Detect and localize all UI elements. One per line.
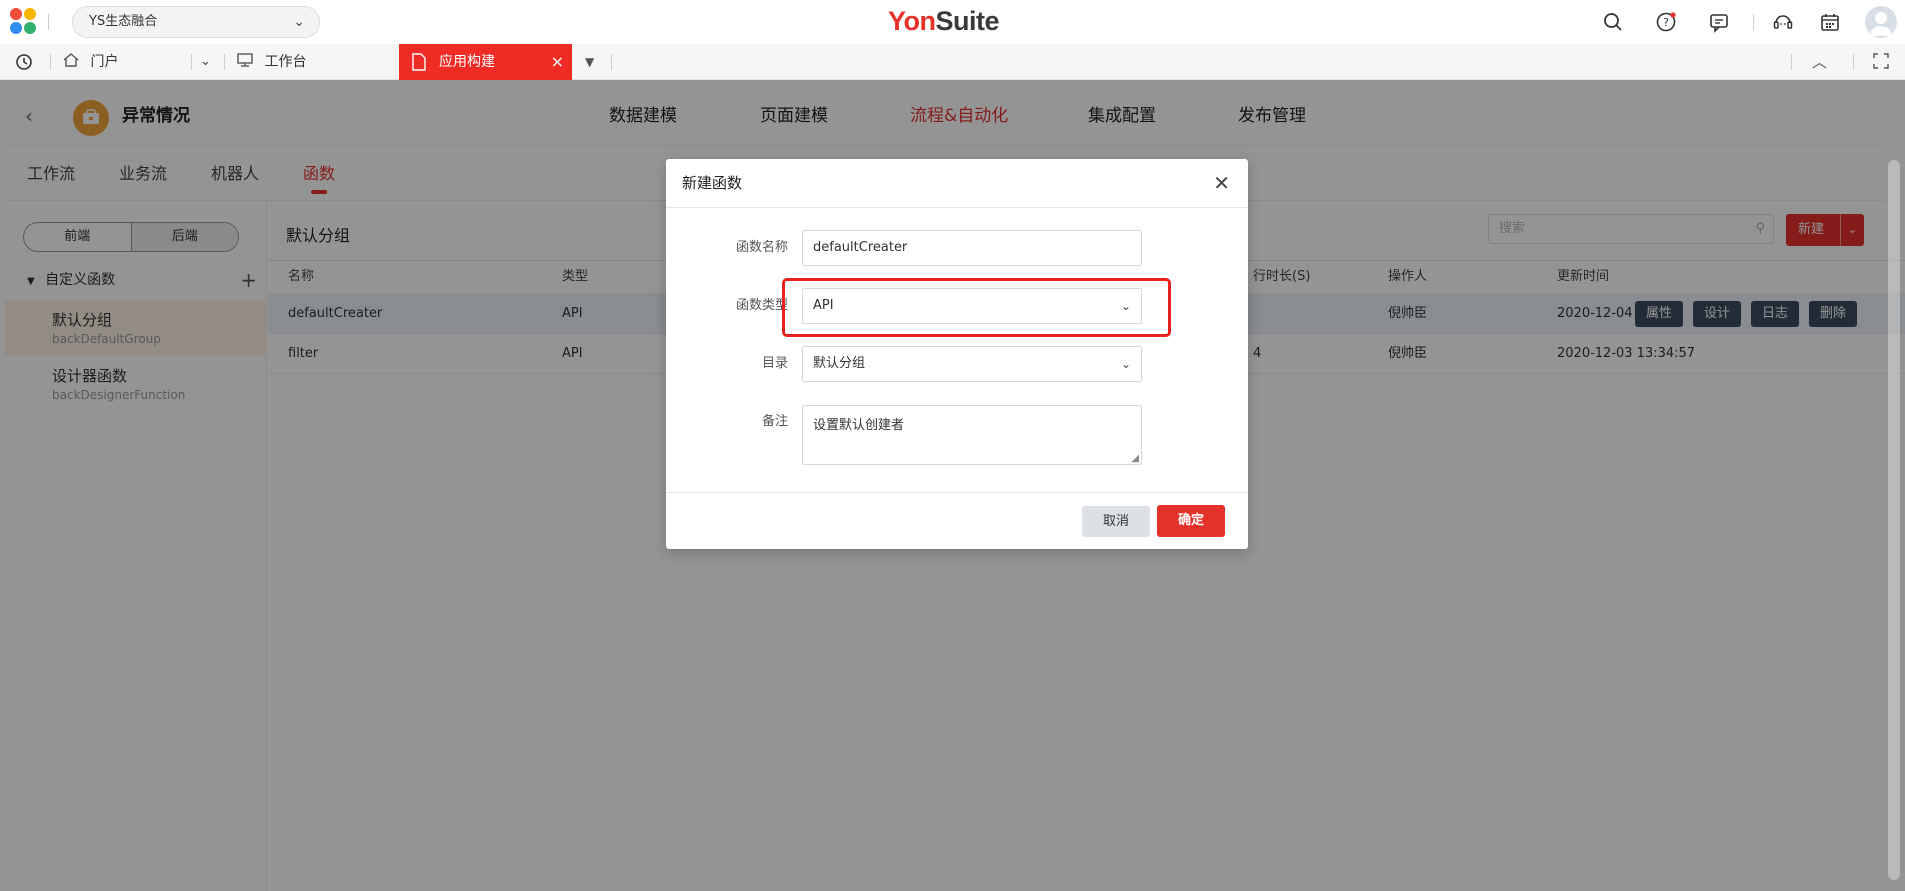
chevron-up-icon[interactable]: ︿: [1812, 44, 1827, 80]
divider: [224, 54, 225, 70]
document-icon: [412, 53, 426, 71]
calendar-icon[interactable]: [1818, 10, 1842, 34]
chevron-down-icon[interactable]: ⌄: [200, 44, 211, 80]
fullscreen-icon[interactable]: [1872, 44, 1890, 80]
monitor-icon: [237, 53, 253, 67]
close-icon[interactable]: ×: [551, 44, 564, 80]
function-name-label: 函数名称: [735, 240, 788, 255]
dialog-header: 新建函数 ✕: [666, 159, 1248, 208]
divider: [611, 54, 612, 70]
function-name-value: defaultCreater: [813, 240, 908, 255]
divider: [191, 54, 192, 70]
divider: [1791, 54, 1792, 70]
divider: [50, 54, 51, 70]
home-icon: [63, 53, 79, 67]
org-select[interactable]: YS生态融合 ⌄: [72, 6, 320, 38]
highlight-box: [782, 278, 1171, 337]
message-icon[interactable]: [1707, 10, 1731, 34]
app-launcher-icon[interactable]: [10, 8, 38, 36]
dialog-title: 新建函数: [682, 174, 743, 192]
avatar[interactable]: [1865, 6, 1897, 38]
note-textarea[interactable]: 设置默认创建者 ◢: [802, 405, 1142, 465]
search-icon[interactable]: [1601, 10, 1625, 34]
brand-prefix: Yon: [888, 6, 936, 36]
brand-suffix: Suite: [935, 6, 1000, 36]
tab-home[interactable]: 门户: [62, 44, 118, 80]
chevron-down-icon: ⌄: [1120, 357, 1131, 371]
customer-service-icon[interactable]: [1771, 10, 1795, 34]
tab-app-builder-label: 应用构建: [439, 54, 495, 70]
directory-value: 默认分组: [813, 356, 866, 371]
directory-select[interactable]: 默认分组 ⌄: [802, 346, 1142, 382]
org-select-value: YS生态融合: [89, 14, 158, 29]
cancel-button[interactable]: 取消: [1082, 506, 1150, 537]
dialog-footer: 取消 确定: [666, 492, 1248, 549]
divider: [48, 14, 49, 30]
directory-label: 目录: [761, 356, 788, 371]
resize-handle-icon[interactable]: ◢: [1131, 454, 1139, 464]
function-name-input[interactable]: defaultCreater: [802, 230, 1142, 266]
tab-app-builder[interactable]: 应用构建 ×: [399, 44, 572, 81]
help-icon[interactable]: ?: [1654, 10, 1678, 34]
brand-logo: YonSuite: [888, 6, 1000, 37]
scrollbar[interactable]: [1888, 160, 1900, 880]
tab-workbench[interactable]: 工作台: [236, 44, 306, 80]
chevron-down-icon: ⌄: [293, 14, 305, 30]
note-label: 备注: [761, 414, 788, 429]
tab-workbench-label: 工作台: [264, 54, 307, 70]
close-icon[interactable]: ✕: [1213, 159, 1230, 208]
tab-bar: 门户 ⌄ 工作台 应用构建 × ▼ ︿: [0, 44, 1905, 81]
confirm-button[interactable]: 确定: [1157, 505, 1225, 537]
tab-dropdown-icon[interactable]: ▼: [585, 44, 594, 80]
tab-home-label: 门户: [90, 54, 119, 70]
divider: [1853, 54, 1854, 70]
function-type-label: 函数类型: [735, 298, 788, 313]
divider: [1753, 14, 1754, 30]
new-function-dialog: 新建函数 ✕ 函数名称 defaultCreater 函数类型 API ⌄ 目录…: [666, 159, 1248, 549]
top-bar: YS生态融合 ⌄ YonSuite ?: [0, 0, 1905, 44]
history-icon[interactable]: [14, 44, 34, 80]
note-value: 设置默认创建者: [813, 418, 905, 433]
svg-text:?: ?: [1663, 16, 1669, 29]
